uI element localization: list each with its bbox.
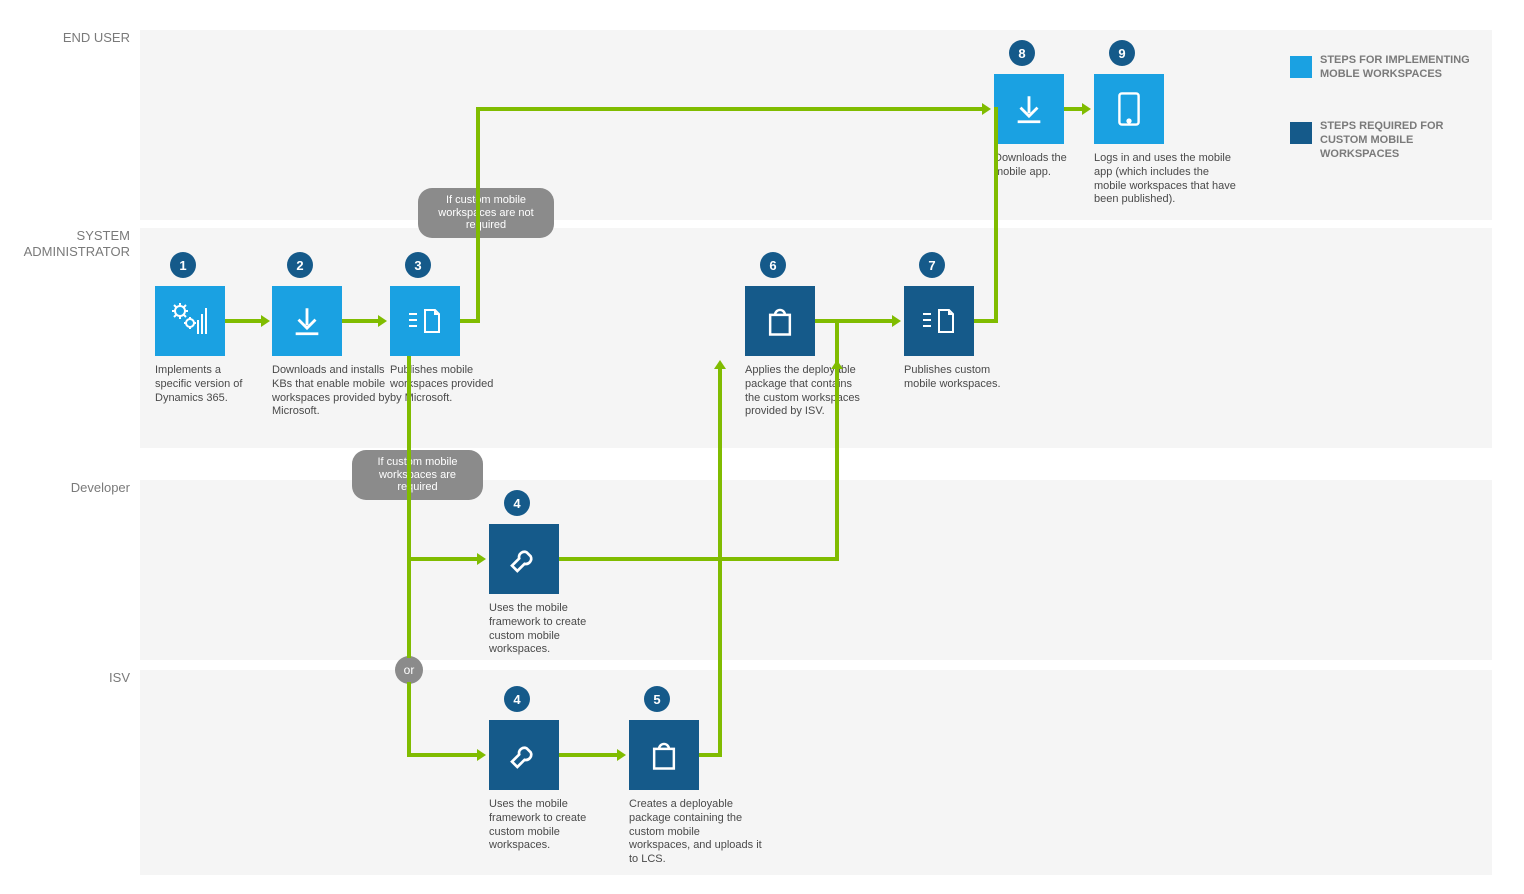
wrench-icon xyxy=(508,739,540,771)
decision-not-required: If custom mobile workspaces are not requ… xyxy=(418,188,554,238)
legend-swatch-custom xyxy=(1290,122,1312,144)
step-5-desc: Creates a deployable package containing … xyxy=(629,798,764,867)
step-9-badge: 9 xyxy=(1109,40,1135,66)
connector xyxy=(815,319,839,323)
connector xyxy=(407,356,411,658)
arrow-icon xyxy=(1082,103,1091,115)
step-4a-badge: 4 xyxy=(504,490,530,516)
legend-swatch-implement xyxy=(1290,56,1312,78)
connector xyxy=(476,107,984,111)
legend-label-custom: STEPS REQUIRED FOR CUSTOM MOBILE WORKSPA… xyxy=(1320,120,1490,161)
lane-label-sysadmin: SYSTEMADMINISTRATOR xyxy=(10,228,130,259)
arrow-icon xyxy=(477,553,486,565)
connector xyxy=(342,319,380,323)
diagram-canvas: END USER SYSTEMADMINISTRATOR Developer I… xyxy=(0,0,1524,894)
connector xyxy=(559,557,839,561)
step-9-box xyxy=(1094,74,1164,144)
step-5-box xyxy=(629,720,699,790)
connector xyxy=(1064,107,1084,111)
legend-label-implement: STEPS FOR IMPLEMENTING MOBLE WORKSPACES xyxy=(1320,54,1490,82)
connector xyxy=(835,367,839,561)
step-8-box xyxy=(994,74,1064,144)
decision-required: If custom mobile workspaces are required xyxy=(352,450,483,500)
connector xyxy=(225,319,263,323)
publish-doc-icon xyxy=(407,304,443,338)
download-icon xyxy=(290,304,324,338)
step-8-desc: Downloads the mobile app. xyxy=(994,152,1084,180)
step-5-badge: 5 xyxy=(644,686,670,712)
step-3-box xyxy=(390,286,460,356)
step-8-badge: 8 xyxy=(1009,40,1035,66)
step-4b-desc: Uses the mobile framework to create cust… xyxy=(489,798,619,853)
step-4a-box xyxy=(489,524,559,594)
step-7-box xyxy=(904,286,974,356)
step-3-badge: 3 xyxy=(405,252,431,278)
decision-or: or xyxy=(395,656,423,684)
wrench-icon xyxy=(508,543,540,575)
connector xyxy=(407,753,479,757)
arrow-icon xyxy=(477,749,486,761)
step-6-badge: 6 xyxy=(760,252,786,278)
arrow-icon xyxy=(378,315,387,327)
arrow-icon xyxy=(617,749,626,761)
connector xyxy=(407,682,411,755)
step-2-badge: 2 xyxy=(287,252,313,278)
connector xyxy=(835,319,839,367)
connector xyxy=(559,753,619,757)
step-1-box xyxy=(155,286,225,356)
arrow-icon xyxy=(261,315,270,327)
step-2-box xyxy=(272,286,342,356)
shopping-bag-icon xyxy=(765,305,795,337)
mobile-icon xyxy=(1116,91,1142,127)
lane-developer xyxy=(140,480,1492,660)
step-4b-badge: 4 xyxy=(504,686,530,712)
step-1-desc: Implements a specific version of Dynamic… xyxy=(155,364,255,405)
lane-label-isv: ISV xyxy=(10,670,130,686)
connector xyxy=(994,107,998,323)
connector xyxy=(718,367,722,561)
step-1-badge: 1 xyxy=(170,252,196,278)
step-9-desc: Logs in and uses the mobile app (which i… xyxy=(1094,152,1244,207)
lane-isv xyxy=(140,670,1492,875)
download-icon xyxy=(1012,92,1046,126)
arrow-icon xyxy=(892,315,901,327)
step-7-desc: Publishes custom mobile workspaces. xyxy=(904,364,1004,392)
gears-bars-icon xyxy=(168,299,212,343)
arrow-icon xyxy=(714,360,726,369)
step-4a-desc: Uses the mobile framework to create cust… xyxy=(489,602,619,657)
connector xyxy=(407,557,479,561)
connector xyxy=(699,753,720,757)
connector xyxy=(974,319,996,323)
shopping-bag-icon xyxy=(649,739,679,771)
step-2-desc: Downloads and installs KBs that enable m… xyxy=(272,364,390,419)
step-4b-box xyxy=(489,720,559,790)
connector xyxy=(476,107,480,323)
publish-doc-icon xyxy=(921,304,957,338)
connector xyxy=(718,557,722,757)
lane-label-developer: Developer xyxy=(10,480,130,496)
step-7-badge: 7 xyxy=(919,252,945,278)
arrow-icon xyxy=(982,103,991,115)
step-6-box xyxy=(745,286,815,356)
step-6-desc: Applies the deployable package that cont… xyxy=(745,364,865,419)
lane-label-end-user: END USER xyxy=(10,30,130,46)
